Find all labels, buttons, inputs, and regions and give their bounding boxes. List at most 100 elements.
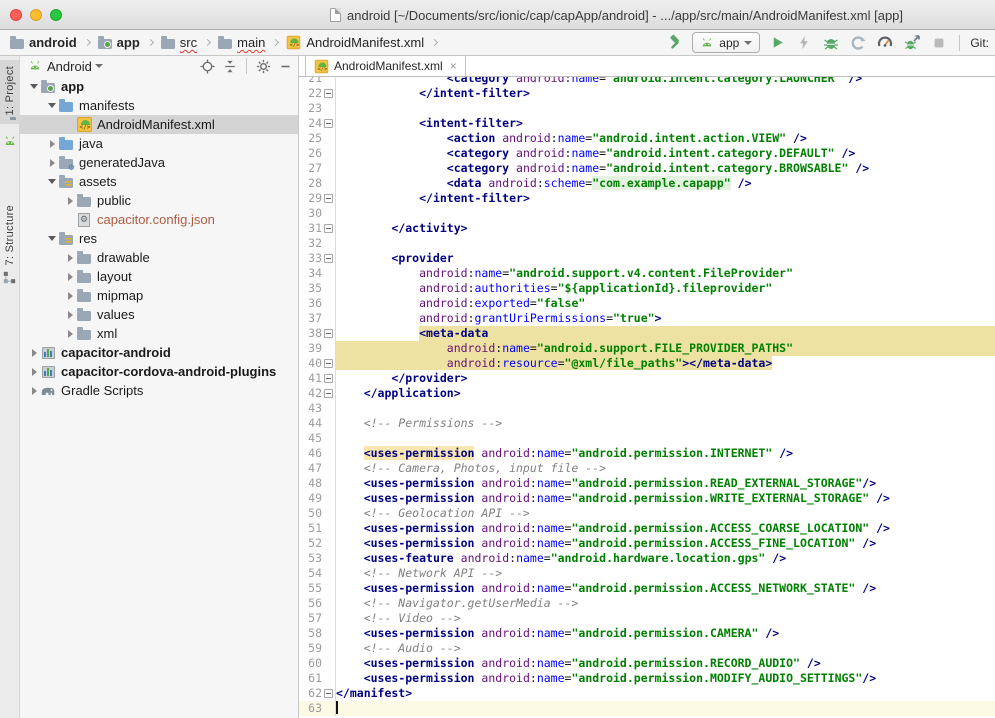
tree-item-manifests[interactable]: manifests xyxy=(20,96,298,115)
code-line-47[interactable]: 47 <!-- Camera, Photos, input file --> xyxy=(299,461,995,476)
collapsed-arrow-icon[interactable] xyxy=(64,273,76,281)
code-line-61[interactable]: 61 <uses-permission android:name="androi… xyxy=(299,671,995,686)
code-line-22[interactable]: 22 </intent-filter> xyxy=(299,86,995,101)
code-line-21[interactable]: 21 <category android:name="android.inten… xyxy=(299,77,995,86)
code-line-48[interactable]: 48 <uses-permission android:name="androi… xyxy=(299,476,995,491)
fold-marker-icon[interactable] xyxy=(322,86,335,101)
tree-item-assets[interactable]: assets xyxy=(20,172,298,191)
code-line-33[interactable]: 33 <provider xyxy=(299,251,995,266)
code-line-52[interactable]: 52 <uses-permission android:name="androi… xyxy=(299,536,995,551)
minimize-window-button[interactable] xyxy=(30,9,42,21)
tree-item-capacitor-config-json[interactable]: capacitor.config.json xyxy=(20,210,298,229)
code-line-39[interactable]: 39 android:name="android.support.FILE_PR… xyxy=(299,341,995,356)
fold-marker-icon[interactable] xyxy=(322,116,335,131)
code-line-59[interactable]: 59 <!-- Audio --> xyxy=(299,641,995,656)
code-line-41[interactable]: 41 </provider> xyxy=(299,371,995,386)
tree-item-public[interactable]: public xyxy=(20,191,298,210)
code-line-28[interactable]: 28 <data android:scheme="com.example.cap… xyxy=(299,176,995,191)
code-line-42[interactable]: 42 </application> xyxy=(299,386,995,401)
tree-item-androidmanifest-xml[interactable]: AndroidManifest.xml xyxy=(20,115,298,134)
code-line-62[interactable]: 62</manifest> xyxy=(299,686,995,701)
collapsed-arrow-icon[interactable] xyxy=(64,292,76,300)
code-line-34[interactable]: 34 android:name="android.support.v4.cont… xyxy=(299,266,995,281)
expanded-arrow-icon[interactable] xyxy=(46,236,58,241)
tree-item-app[interactable]: app xyxy=(20,77,298,96)
code-line-57[interactable]: 57 <!-- Video --> xyxy=(299,611,995,626)
gear-icon[interactable] xyxy=(256,59,271,74)
tree-item-generatedjava[interactable]: generatedJava xyxy=(20,153,298,172)
collapsed-arrow-icon[interactable] xyxy=(64,311,76,319)
collapsed-arrow-icon[interactable] xyxy=(28,387,40,395)
breadcrumb-item-main[interactable]: main xyxy=(218,35,265,50)
code-line-53[interactable]: 53 <uses-feature android:name="android.h… xyxy=(299,551,995,566)
git-branch-label[interactable]: Git: xyxy=(970,36,989,50)
code-area[interactable]: 21 <category android:name="android.inten… xyxy=(299,77,995,718)
locate-icon[interactable] xyxy=(200,59,215,74)
collapsed-arrow-icon[interactable] xyxy=(46,159,58,167)
tree-item-mipmap[interactable]: mipmap xyxy=(20,286,298,305)
code-line-40[interactable]: 40 android:resource="@xml/file_paths"></… xyxy=(299,356,995,371)
code-line-23[interactable]: 23 xyxy=(299,101,995,116)
expanded-arrow-icon[interactable] xyxy=(28,84,40,89)
collapse-all-icon[interactable] xyxy=(223,59,237,74)
code-line-30[interactable]: 30 xyxy=(299,206,995,221)
collapsed-arrow-icon[interactable] xyxy=(64,330,76,338)
tree-item-values[interactable]: values xyxy=(20,305,298,324)
code-line-60[interactable]: 60 <uses-permission android:name="androi… xyxy=(299,656,995,671)
code-line-63[interactable]: 63 xyxy=(299,701,995,716)
breadcrumb-item-androidmanifest-xml[interactable]: AndroidManifest.xml xyxy=(286,35,424,50)
hide-icon[interactable] xyxy=(279,60,292,73)
tab-androidmanifest[interactable]: AndroidManifest.xml × xyxy=(305,55,466,76)
tree-item-xml[interactable]: xml xyxy=(20,324,298,343)
tree-item-java[interactable]: java xyxy=(20,134,298,153)
code-line-36[interactable]: 36 android:exported="false" xyxy=(299,296,995,311)
tree-item-gradle-scripts[interactable]: Gradle Scripts xyxy=(20,381,298,400)
expanded-arrow-icon[interactable] xyxy=(46,103,58,108)
tree-item-capacitor-android[interactable]: capacitor-android xyxy=(20,343,298,362)
code-line-56[interactable]: 56 <!-- Navigator.getUserMedia --> xyxy=(299,596,995,611)
collapsed-arrow-icon[interactable] xyxy=(28,349,40,357)
breadcrumb-item-app[interactable]: app xyxy=(98,35,140,50)
code-line-24[interactable]: 24 <intent-filter> xyxy=(299,116,995,131)
zoom-window-button[interactable] xyxy=(50,9,62,21)
code-line-55[interactable]: 55 <uses-permission android:name="androi… xyxy=(299,581,995,596)
breadcrumb-item-android[interactable]: android xyxy=(10,35,77,50)
code-line-58[interactable]: 58 <uses-permission android:name="androi… xyxy=(299,626,995,641)
code-line-44[interactable]: 44 <!-- Permissions --> xyxy=(299,416,995,431)
tree-item-drawable[interactable]: drawable xyxy=(20,248,298,267)
collapsed-arrow-icon[interactable] xyxy=(64,197,76,205)
code-line-31[interactable]: 31 </activity> xyxy=(299,221,995,236)
tree-item-layout[interactable]: layout xyxy=(20,267,298,286)
apply-changes-icon[interactable] xyxy=(794,33,814,53)
tool-button-7-structure[interactable]: 7: Structure xyxy=(0,199,20,290)
code-line-45[interactable]: 45 xyxy=(299,431,995,446)
fold-marker-icon[interactable] xyxy=(322,356,335,371)
code-line-54[interactable]: 54 <!-- Network API --> xyxy=(299,566,995,581)
expanded-arrow-icon[interactable] xyxy=(46,179,58,184)
run-icon[interactable] xyxy=(767,33,787,53)
fold-marker-icon[interactable] xyxy=(322,221,335,236)
collapsed-arrow-icon[interactable] xyxy=(46,140,58,148)
close-icon[interactable]: × xyxy=(450,59,457,73)
fold-marker-icon[interactable] xyxy=(322,326,335,341)
code-line-46[interactable]: 46 <uses-permission android:name="androi… xyxy=(299,446,995,461)
code-line-35[interactable]: 35 android:authorities="${applicationId}… xyxy=(299,281,995,296)
code-line-37[interactable]: 37 android:grantUriPermissions="true"> xyxy=(299,311,995,326)
code-line-49[interactable]: 49 <uses-permission android:name="androi… xyxy=(299,491,995,506)
code-line-51[interactable]: 51 <uses-permission android:name="androi… xyxy=(299,521,995,536)
tool-button-1-project[interactable]: 1: Project xyxy=(0,60,20,124)
tool-button-android-icon[interactable] xyxy=(0,124,20,155)
code-line-38[interactable]: 38 <meta-data xyxy=(299,326,995,341)
collapsed-arrow-icon[interactable] xyxy=(64,254,76,262)
tree-item-capacitor-cordova-android-plugins[interactable]: capacitor-cordova-android-plugins xyxy=(20,362,298,381)
build-hammer-icon[interactable] xyxy=(665,33,685,53)
fold-marker-icon[interactable] xyxy=(322,386,335,401)
stop-icon[interactable] xyxy=(929,33,949,53)
code-line-26[interactable]: 26 <category android:name="android.inten… xyxy=(299,146,995,161)
fold-marker-icon[interactable] xyxy=(322,686,335,701)
code-line-29[interactable]: 29 </intent-filter> xyxy=(299,191,995,206)
code-line-50[interactable]: 50 <!-- Geolocation API --> xyxy=(299,506,995,521)
run-configuration-select[interactable]: app xyxy=(692,32,760,53)
breadcrumb-item-src[interactable]: src xyxy=(161,35,197,50)
collapsed-arrow-icon[interactable] xyxy=(28,368,40,376)
